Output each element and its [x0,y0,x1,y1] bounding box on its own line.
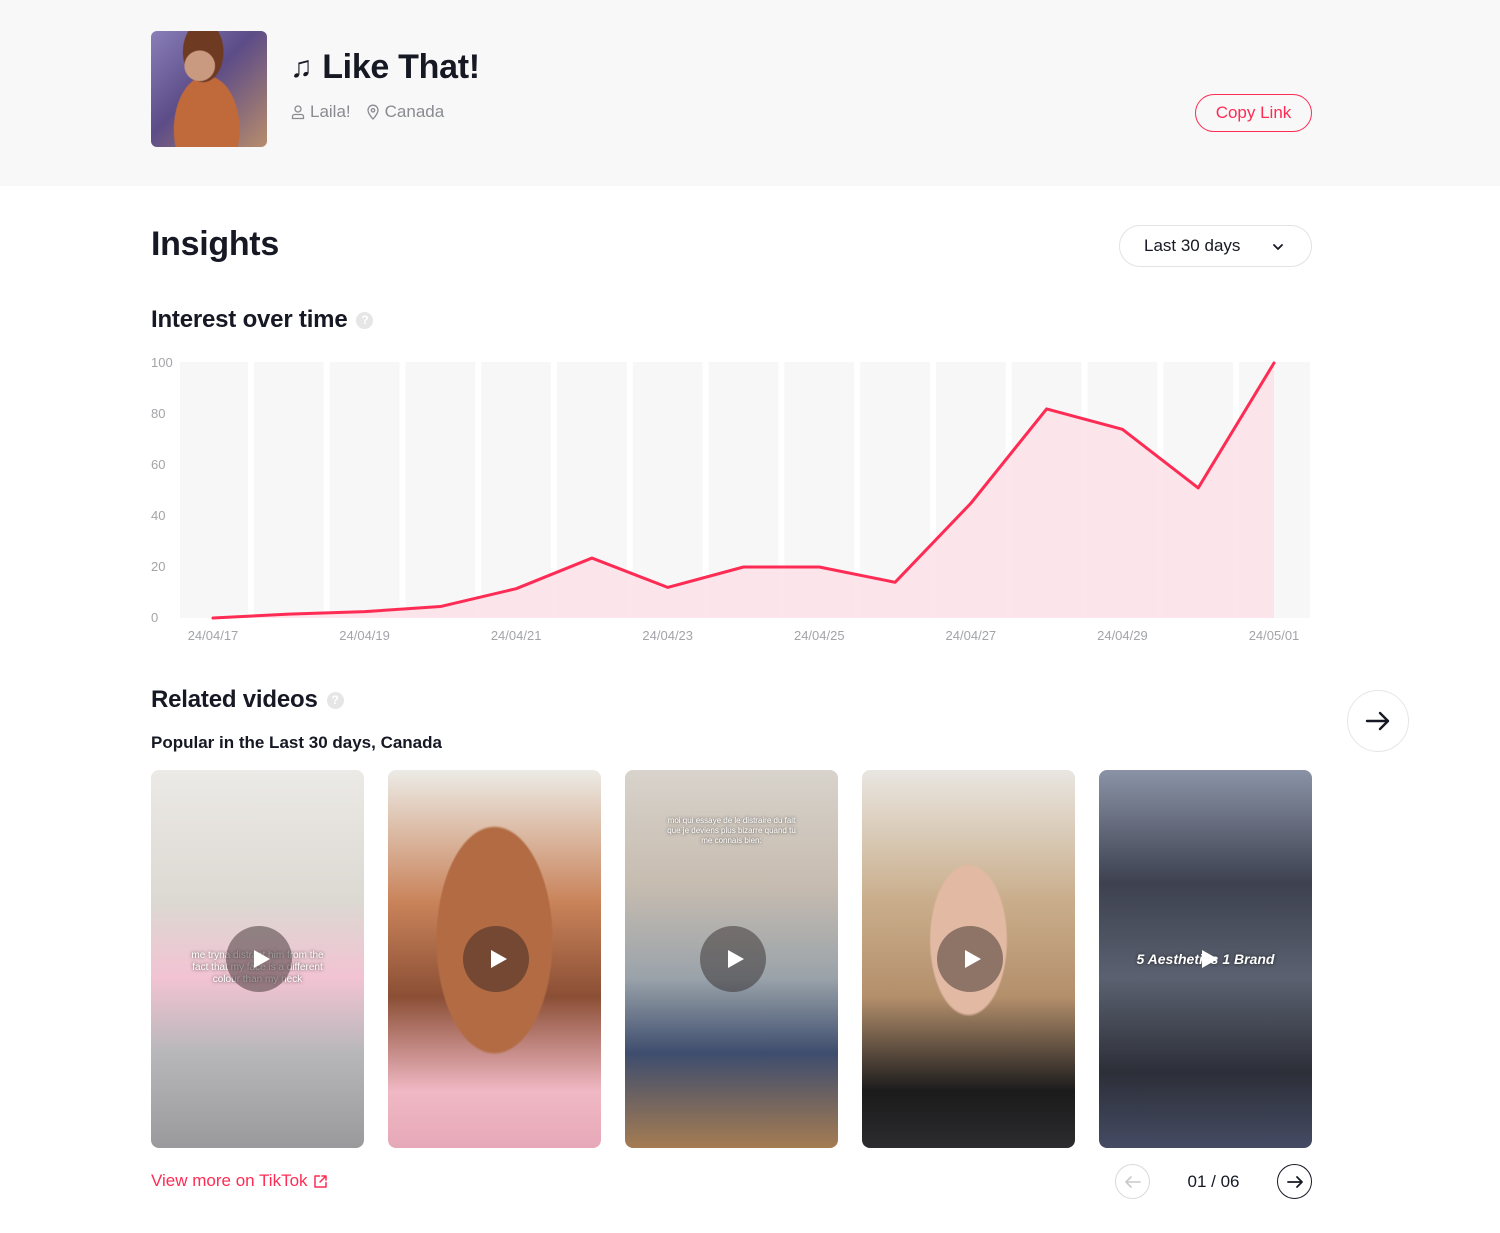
artist-info: Laila! [290,102,351,122]
next-arrow-button[interactable] [1347,690,1409,752]
data-point [514,587,518,591]
play-icon [964,950,981,968]
data-point [742,565,746,569]
data-point [893,580,897,584]
location-pin-icon [366,104,379,120]
related-videos-title: Related videos ? [151,686,344,714]
data-point [817,565,821,569]
next-page-button[interactable] [1277,1164,1312,1199]
play-button[interactable] [937,926,1003,992]
x-tick-label: 24/05/01 [1249,628,1300,643]
external-link-icon [313,1174,327,1188]
video-pager: 01 / 06 [1115,1164,1312,1199]
play-icon [490,950,507,968]
chart-column-bg [405,362,476,618]
play-icon [253,950,270,968]
song-header: ♫ Like That! Laila! Canada Copy Link [0,0,1500,186]
chart-column-bg [253,362,324,618]
arrow-left-icon [1124,1175,1141,1188]
x-tick-label: 24/04/23 [642,628,693,643]
x-tick-label: 24/04/27 [946,628,997,643]
interest-over-time-title: Interest over time ? [151,306,374,334]
help-icon[interactable]: ? [326,691,344,709]
data-point [1272,361,1276,365]
y-tick-label: 60 [151,457,165,472]
previous-page-button[interactable] [1115,1164,1150,1199]
region-name: Canada [384,102,445,121]
date-range-select[interactable]: Last 30 days [1119,225,1312,267]
y-tick-label: 40 [151,508,165,523]
data-point [211,616,215,620]
video-card[interactable] [388,770,601,1148]
play-button[interactable] [463,926,529,992]
data-point [969,501,973,505]
song-title-text: Like That! [322,48,480,86]
x-tick-label: 24/04/17 [188,628,239,643]
x-tick-label: 24/04/21 [491,628,542,643]
play-icon [727,950,744,968]
video-card[interactable] [862,770,1075,1148]
chevron-down-icon [1273,244,1283,250]
play-button[interactable] [1174,926,1240,992]
data-point [666,585,670,589]
y-tick-label: 20 [151,559,165,574]
video-overlay-text: moi qui essaye de le distraire du fait q… [667,816,796,845]
view-more-label: View more on TikTok [151,1171,308,1190]
arrow-right-icon [1365,711,1390,731]
chart-column-bg [180,362,248,618]
chart-column-bg [329,362,400,618]
x-tick-label: 24/04/29 [1097,628,1148,643]
video-card[interactable]: 5 Aesthetics 1 Brand [1099,770,1312,1148]
y-tick-label: 100 [151,355,173,370]
region-info: Canada [365,102,445,122]
interest-title-text: Interest over time [151,306,348,333]
x-tick-label: 24/04/25 [794,628,845,643]
interest-chart-svg: 0 20 40 60 80 100 24/04/17 24/04/19 24/04/21 24/0… [151,355,1310,643]
related-videos-subtitle: Popular in the Last 30 days, Canada [151,733,442,752]
copy-link-button[interactable]: Copy Link [1195,94,1312,132]
song-title: ♫ Like That! [290,48,480,87]
page-indicator: 01 / 06 [1187,1171,1240,1191]
artist-name: Laila! [310,102,351,121]
play-button[interactable] [226,926,292,992]
data-point [590,556,594,560]
interest-chart: 0 20 40 60 80 100 24/04/17 24/04/19 24/04/21 24/0… [140,350,1320,650]
play-button[interactable] [700,926,766,992]
data-point [438,605,442,609]
user-icon [291,105,305,120]
play-icon [1201,950,1218,968]
insights-title: Insights [151,225,279,263]
song-meta: Laila! Canada [290,102,458,122]
data-point [1120,427,1124,431]
y-tick-label: 80 [151,406,165,421]
related-videos-list: me tryna distract him from the fact that… [151,770,1312,1148]
song-cover-image [151,31,267,147]
y-tick-label: 0 [151,610,158,625]
data-point [1196,486,1200,490]
data-point [363,610,367,614]
arrow-right-icon [1286,1175,1303,1188]
video-card[interactable]: moi qui essaye de le distraire du fait q… [625,770,838,1148]
related-title-text: Related videos [151,686,318,713]
view-more-on-tiktok-link[interactable]: View more on TikTok [151,1171,328,1191]
music-note-icon: ♫ [290,50,313,84]
video-card[interactable]: me tryna distract him from the fact that… [151,770,364,1148]
data-point [287,612,291,616]
data-point [1045,407,1049,411]
date-range-value: Last 30 days [1144,236,1241,255]
x-tick-label: 24/04/19 [339,628,390,643]
help-icon[interactable]: ? [356,311,374,329]
